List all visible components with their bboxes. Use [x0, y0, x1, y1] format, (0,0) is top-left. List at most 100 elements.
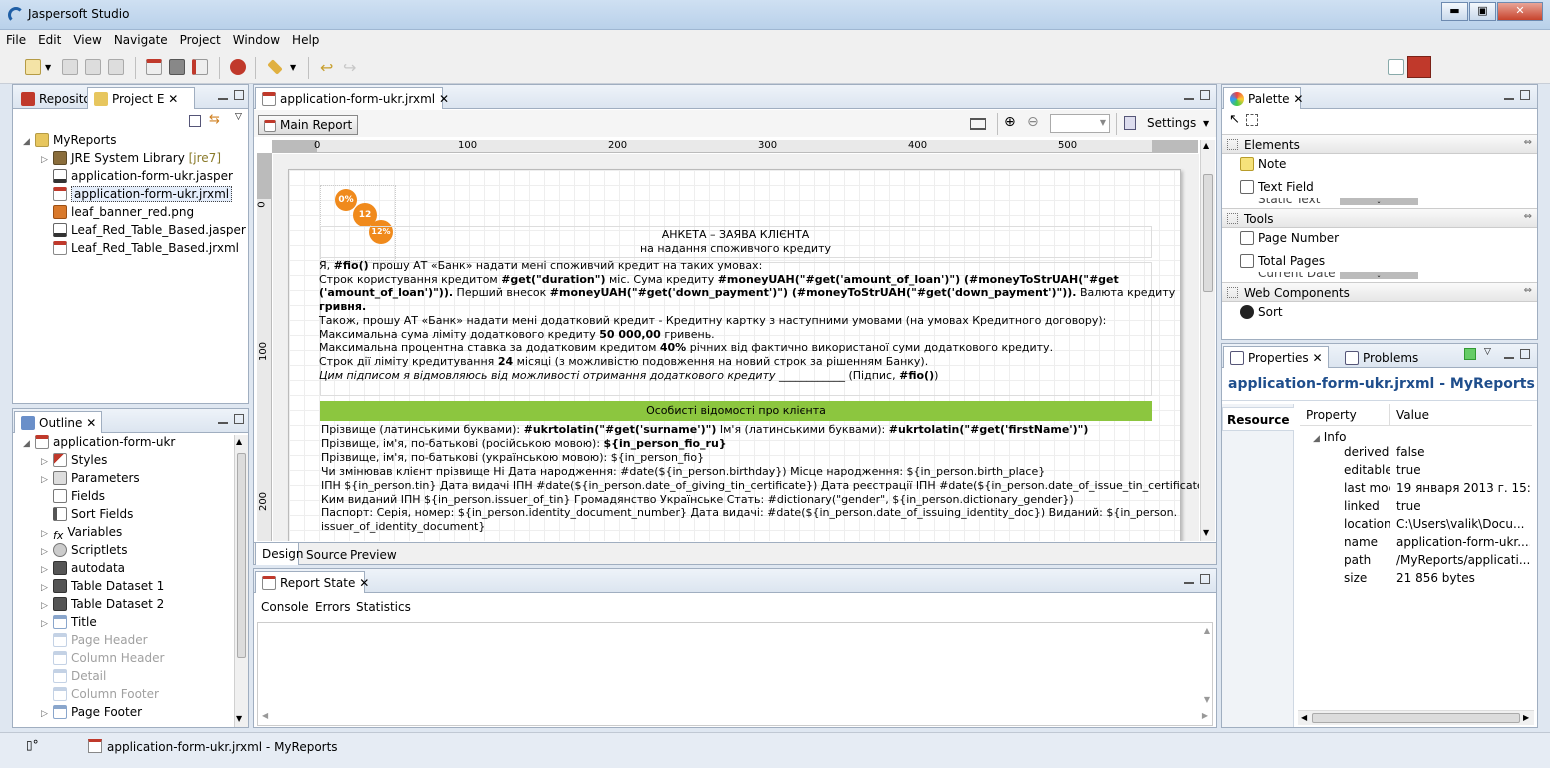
scroll-right-icon[interactable]: ▶	[1523, 713, 1529, 722]
properties-hscrollbar[interactable]: ◀ ▶	[1298, 710, 1534, 725]
property-key[interactable]: location	[1344, 517, 1390, 531]
outline-tree-item[interactable]: ▷ Parameters	[41, 471, 140, 485]
pin-drawer-icon[interactable]: ⇔	[1524, 137, 1532, 148]
project-tree-item[interactable]: ◢ MyReports	[23, 133, 117, 147]
tree-toggle-icon[interactable]: ▷	[41, 619, 53, 629]
minimize-icon[interactable]	[1504, 90, 1514, 100]
palette-section-header[interactable]: Web Components ⇔	[1222, 282, 1537, 302]
main-report-breadcrumb[interactable]: Main Report	[258, 115, 359, 135]
outline-tree-item[interactable]: ▷ Table Dataset 2	[41, 597, 164, 611]
collapse-all-icon[interactable]	[189, 115, 201, 127]
print-icon[interactable]	[108, 59, 124, 75]
property-value[interactable]: true	[1396, 463, 1530, 477]
property-key[interactable]: name	[1344, 535, 1390, 549]
outline-tree-item[interactable]: Sort Fields	[41, 507, 133, 521]
property-value[interactable]: 19 января 2013 г. 15:1...	[1396, 481, 1530, 495]
scrollbar-thumb[interactable]	[237, 453, 246, 658]
tab-design[interactable]: Design	[255, 543, 303, 565]
debug-bug-icon[interactable]	[230, 59, 246, 75]
property-key[interactable]: derived	[1344, 445, 1390, 459]
zoom-out-icon[interactable]: ⊖	[1027, 114, 1039, 130]
maximize-icon[interactable]	[234, 90, 244, 100]
close-icon[interactable]: ✕	[1312, 351, 1322, 365]
property-key[interactable]: editable	[1344, 463, 1390, 477]
menu-project[interactable]: Project	[174, 30, 227, 47]
tree-toggle-icon[interactable]: ▷	[41, 155, 53, 165]
property-key[interactable]: linked	[1344, 499, 1390, 513]
outline-tree-item[interactable]: ◢ application-form-ukr	[23, 435, 175, 449]
maximize-button[interactable]: ▣	[1469, 2, 1496, 21]
design-canvas[interactable]: 0% 12 12% АНКЕТА – ЗАЯВА КЛІЄНТА на нада…	[273, 154, 1199, 541]
scroll-more-icon[interactable]: ⌄	[1340, 198, 1418, 205]
zoom-select[interactable]: ▼	[1050, 114, 1110, 133]
tree-toggle-icon[interactable]: ▷	[41, 529, 53, 539]
console-output[interactable]: ▲ ▼ ◀ ▶	[257, 622, 1213, 726]
close-icon[interactable]: ✕	[359, 576, 369, 590]
minimize-button[interactable]: ▬	[1441, 2, 1468, 21]
property-value[interactable]: 21 856 bytes	[1396, 571, 1530, 585]
property-value[interactable]: application-form-ukr....	[1396, 535, 1530, 549]
outline-tree-item[interactable]: Fields	[41, 489, 105, 503]
info-group-toggle[interactable]: ◢ Info	[1313, 430, 1346, 444]
outline-tree-item[interactable]: Column Header	[41, 651, 164, 665]
scrollbar-thumb[interactable]	[1203, 174, 1213, 292]
menu-help[interactable]: Help	[286, 30, 325, 47]
chevron-down-icon[interactable]: ▼	[290, 63, 296, 72]
minimize-icon[interactable]	[1504, 349, 1514, 359]
palette-item[interactable]: Note	[1240, 157, 1286, 171]
palette-item[interactable]: Page Number	[1240, 231, 1339, 245]
tab-source[interactable]: Source	[299, 543, 347, 565]
column-header-value[interactable]: Value	[1396, 408, 1429, 422]
settings-button[interactable]: Settings	[1147, 116, 1196, 130]
report-wizard-icon[interactable]	[192, 59, 208, 75]
close-icon[interactable]: ✕	[439, 92, 449, 106]
tab-outline[interactable]: Outline ✕	[14, 411, 102, 433]
scroll-up-icon[interactable]: ▲	[236, 437, 242, 446]
project-tree-item[interactable]: ▷ JRE System Library [jre7]	[41, 151, 221, 165]
server-icon[interactable]	[169, 59, 185, 75]
palette-section-header[interactable]: Tools ⇔	[1222, 208, 1537, 228]
tab-report-state[interactable]: Report State ✕	[255, 571, 369, 593]
tree-toggle-icon[interactable]: ▷	[41, 601, 53, 611]
project-tree-item[interactable]: leaf_banner_red.png	[41, 205, 194, 219]
compile-icon[interactable]	[146, 59, 162, 75]
save-all-icon[interactable]	[85, 59, 101, 75]
property-value[interactable]: false	[1396, 445, 1530, 459]
tree-toggle-icon[interactable]: ◢	[23, 137, 35, 147]
zoom-in-icon[interactable]: ⊕	[1004, 114, 1016, 130]
property-value[interactable]: C:\Users\valik\Docu...	[1396, 517, 1530, 531]
outline-tree-item[interactable]: ▷ Table Dataset 1	[41, 579, 164, 593]
tab-editor-jrxml[interactable]: application-form-ukr.jrxml ✕	[255, 87, 449, 109]
tree-toggle-icon[interactable]: ▷	[41, 547, 53, 557]
property-value[interactable]: true	[1396, 499, 1530, 513]
project-tree-item[interactable]: application-form-ukr.jrxml	[41, 186, 233, 202]
marquee-icon[interactable]	[1246, 114, 1258, 126]
outline-tree-item[interactable]: ▷ fx Variables	[41, 525, 122, 543]
palette-item[interactable]: Sort	[1240, 305, 1283, 319]
menu-file[interactable]: File	[0, 30, 32, 47]
tree-toggle-icon[interactable]: ▷	[41, 709, 53, 719]
select-pointer-icon[interactable]: ↖	[1229, 112, 1240, 127]
scrollbar-thumb[interactable]	[1312, 713, 1520, 723]
tree-toggle-icon[interactable]: ◢	[23, 439, 35, 449]
project-tree-item[interactable]: Leaf_Red_Table_Based.jasper	[41, 223, 246, 237]
run-tool-icon[interactable]	[267, 59, 283, 75]
project-tree-item[interactable]: application-form-ukr.jasper	[41, 169, 233, 183]
jaspersoft-perspective-icon[interactable]	[1407, 56, 1431, 78]
link-editor-icon[interactable]: ⇆	[209, 112, 220, 127]
outline-tree-item[interactable]: ▷ Title	[41, 615, 97, 629]
outline-tree-item[interactable]: ▷ Scriptlets	[41, 543, 127, 557]
menu-navigate[interactable]: Navigate	[108, 30, 174, 47]
scroll-up-icon[interactable]: ▲	[1203, 141, 1209, 150]
scroll-more-icon[interactable]: ⌄	[1340, 272, 1418, 279]
scroll-down-icon[interactable]: ▼	[236, 714, 242, 723]
menu-view[interactable]: View	[67, 30, 107, 47]
pin-icon[interactable]	[1464, 348, 1476, 360]
scroll-down-icon[interactable]: ▼	[1203, 528, 1209, 537]
band-toggle-icon[interactable]	[970, 118, 986, 130]
tree-toggle-icon[interactable]: ▷	[41, 583, 53, 593]
palette-section-header[interactable]: Elements ⇔	[1222, 134, 1537, 154]
maximize-icon[interactable]	[1520, 349, 1530, 359]
project-tree-item[interactable]: Leaf_Red_Table_Based.jrxml	[41, 241, 239, 255]
canvas-scrollbar[interactable]: ▲ ▼	[1200, 140, 1215, 541]
